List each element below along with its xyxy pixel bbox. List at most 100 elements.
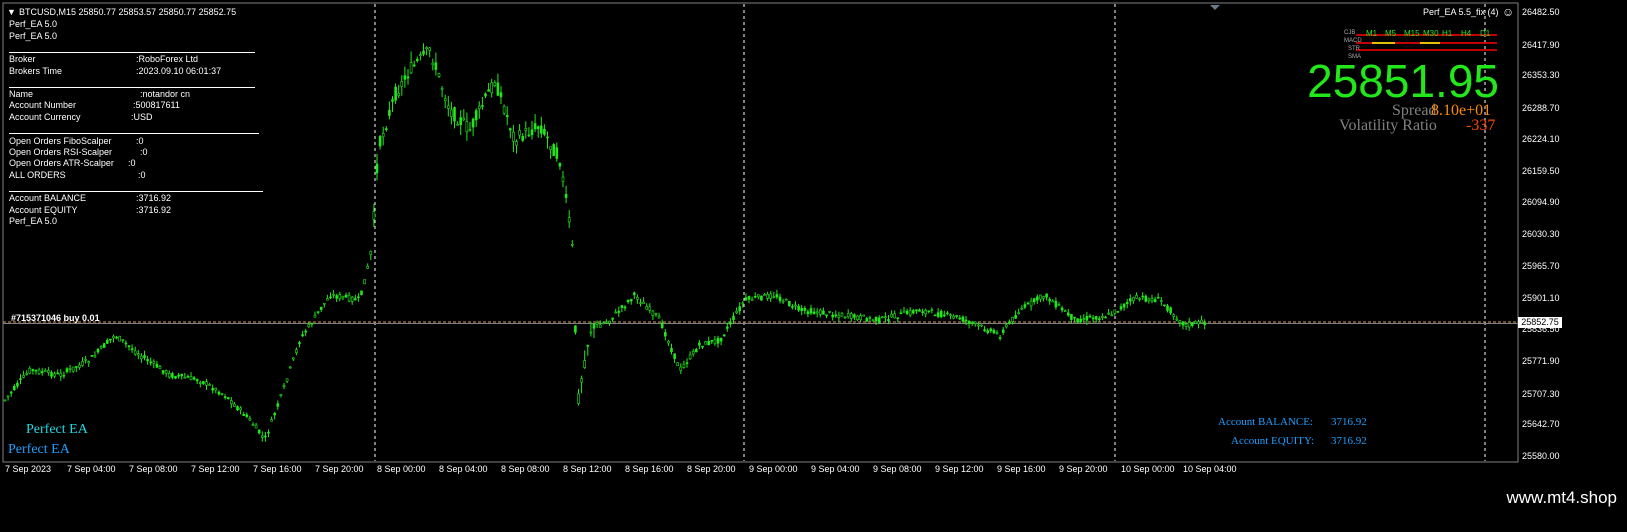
candle-body: [741, 302, 745, 305]
candle-body: [37, 369, 41, 375]
candle-body: [667, 340, 670, 344]
candle-body: [645, 306, 649, 310]
candle-body: [425, 47, 428, 49]
candle-body: [676, 362, 680, 367]
time-tick: 7 Sep 20:00: [315, 464, 364, 474]
brokers-time-value: :2023.09.10 06:01:37: [136, 66, 222, 76]
candle-body: [34, 369, 38, 372]
candle-body: [102, 343, 106, 348]
candle-body: [397, 93, 401, 96]
candle-body: [1098, 318, 1101, 321]
candle-body: [369, 251, 373, 255]
candle-body: [363, 279, 366, 285]
candle-body: [1091, 317, 1095, 320]
candle-body: [1150, 298, 1154, 302]
candle-body: [1036, 296, 1039, 301]
candle-body: [431, 62, 435, 66]
candle-body: [394, 86, 397, 101]
time-tick: 9 Sep 08:00: [873, 464, 922, 474]
candle-body: [911, 310, 915, 314]
candle-body: [549, 146, 552, 150]
candle-body: [1060, 307, 1064, 311]
open-fibo-value: :0: [136, 136, 144, 146]
candle-body: [887, 319, 890, 322]
candle-body: [961, 316, 965, 322]
candle-body: [862, 314, 866, 317]
candle-body: [806, 311, 810, 315]
candle-body: [1057, 304, 1061, 306]
symbol-dropdown-icon[interactable]: ▼: [7, 7, 16, 17]
price-tick: 26353.30: [1522, 70, 1560, 80]
candle-body: [673, 353, 676, 359]
candle-body: [567, 217, 571, 223]
candle-body: [502, 106, 506, 114]
candle-body: [375, 163, 379, 174]
candle-body: [642, 301, 645, 304]
candle-body: [347, 294, 351, 302]
candle-body: [837, 314, 841, 318]
candle-body: [865, 318, 869, 322]
time-tick: 9 Sep 00:00: [749, 464, 798, 474]
candle-body: [856, 315, 859, 320]
time-tick: 8 Sep 20:00: [687, 464, 736, 474]
candle-body: [614, 311, 618, 314]
perfect-ea-label: Perfect EA: [8, 442, 70, 457]
candle-body: [171, 373, 174, 378]
candle-body: [459, 117, 463, 126]
candle-body: [803, 307, 807, 311]
order-label[interactable]: #715371046 buy 0.01: [11, 313, 100, 323]
candle-body: [251, 424, 255, 426]
candle-body: [223, 396, 227, 398]
candle-body: [332, 294, 335, 296]
candle-body: [1178, 320, 1182, 323]
candle-body: [896, 317, 900, 319]
ea-status[interactable]: Perf_EA 5.5_fix (4): [1423, 7, 1499, 17]
candle-body: [3, 399, 7, 402]
candle-body: [744, 297, 748, 301]
candle-body: [78, 364, 81, 368]
candle-body: [446, 105, 450, 109]
candle-body: [158, 366, 162, 369]
candle-body: [515, 141, 518, 146]
candle-body: [679, 366, 683, 371]
candle-body: [164, 370, 168, 374]
candle-body: [831, 314, 835, 318]
candle-body: [106, 339, 109, 344]
candle-body: [279, 394, 283, 397]
indicator-row-label: CJB: [1344, 30, 1356, 36]
candle-body: [1026, 302, 1030, 305]
candle-body: [273, 413, 277, 416]
candle-body: [434, 62, 438, 70]
candle-body: [1122, 303, 1126, 308]
volatility-label: Volatility Ratio: [1339, 117, 1437, 134]
candle-body: [304, 330, 308, 333]
candle-body: [195, 379, 199, 382]
time-tick: 9 Sep 20:00: [1059, 464, 1108, 474]
volatility-value: -337: [1466, 117, 1496, 134]
candle-body: [955, 315, 959, 317]
candle-body: [230, 400, 233, 405]
candle-body: [109, 338, 112, 341]
candle-body: [192, 377, 196, 380]
time-tick: 10 Sep 00:00: [1121, 464, 1175, 474]
equity-label: Account EQUITY: [9, 205, 78, 215]
candle-body: [1023, 304, 1027, 308]
candle-body: [725, 326, 729, 329]
candle-body: [992, 329, 996, 334]
candle-body: [68, 367, 72, 370]
candle-body: [177, 374, 180, 377]
candle-body: [372, 211, 376, 220]
candle-body: [608, 320, 611, 324]
candle-body: [137, 353, 140, 356]
candle-body: [133, 350, 137, 355]
candle-body: [595, 322, 599, 325]
smiley-icon[interactable]: ☺: [1502, 5, 1514, 19]
candle-body: [183, 376, 187, 379]
candle-body: [729, 321, 732, 325]
candle-body: [530, 129, 534, 136]
candle-body: [146, 359, 149, 362]
candle-body: [1054, 300, 1058, 308]
candle-body: [152, 361, 156, 364]
candle-body: [465, 121, 469, 133]
price-tick: 26417.90: [1522, 40, 1560, 50]
